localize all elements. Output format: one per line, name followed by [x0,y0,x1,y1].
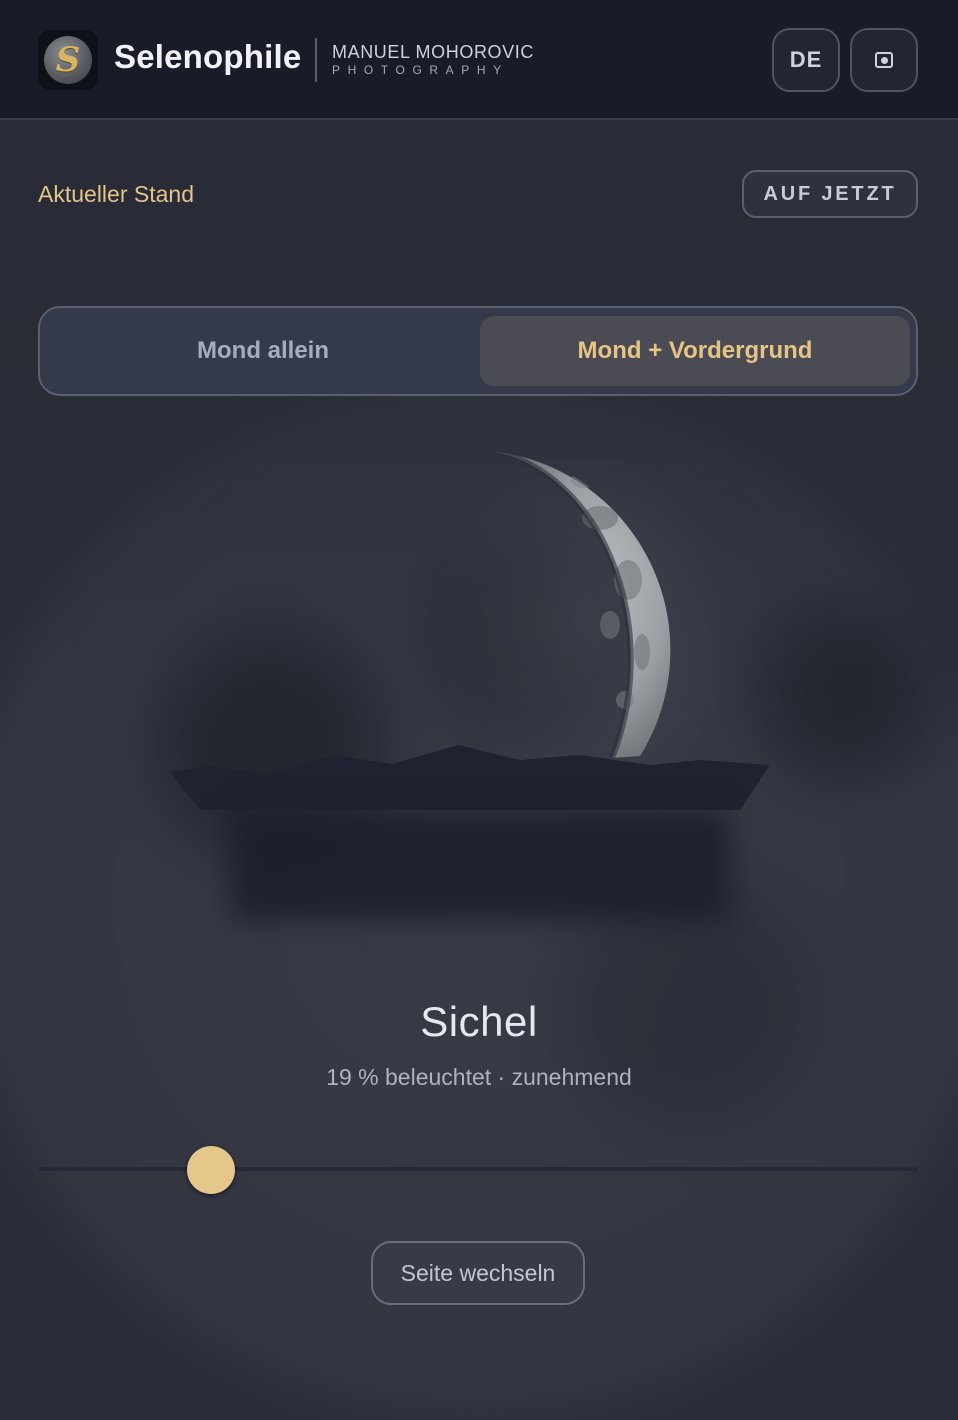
crescent-moon [489,448,671,760]
phase-slider-thumb[interactable] [187,1146,236,1194]
view-toggle: Mond allein Mond + Vordergrund [38,306,918,396]
app-header: S Selenophile MANUEL MOHOROVIC PHOTOGRAP… [0,0,958,120]
photographer-credit: MANUEL MOHOROVIC PHOTOGRAPHY [332,42,534,77]
photographer-subtitle: PHOTOGRAPHY [332,63,509,77]
app-logo[interactable]: S [38,30,98,90]
moon-view [0,420,958,940]
logo-moon-icon: S [44,36,92,84]
camera-icon [875,52,893,68]
app-title: Selenophile [114,38,302,75]
moon-phase-detail: 19 % beleuchtet · zunehmend [326,1064,632,1090]
language-button[interactable]: DE [772,28,840,92]
logo-letter: S [55,40,81,80]
tab-moon-alone[interactable]: Mond allein [48,316,478,386]
tab-moon-foreground[interactable]: Mond + Vordergrund [480,316,910,386]
current-status-label: Aktueller Stand [38,181,194,207]
camera-button[interactable] [850,28,918,92]
switch-page-button[interactable]: Seite wechseln [371,1241,585,1305]
foreground-silhouette [170,745,770,810]
reset-to-now-button[interactable]: AUF JETZT [742,170,918,218]
moon-phase-name: Sichel [420,998,538,1045]
photographer-name: MANUEL MOHOROVIC [332,42,534,62]
brand-divider [315,38,317,82]
language-label: DE [789,47,823,72]
foreground-mass [230,810,730,920]
phase-slider-track[interactable] [38,1167,918,1171]
